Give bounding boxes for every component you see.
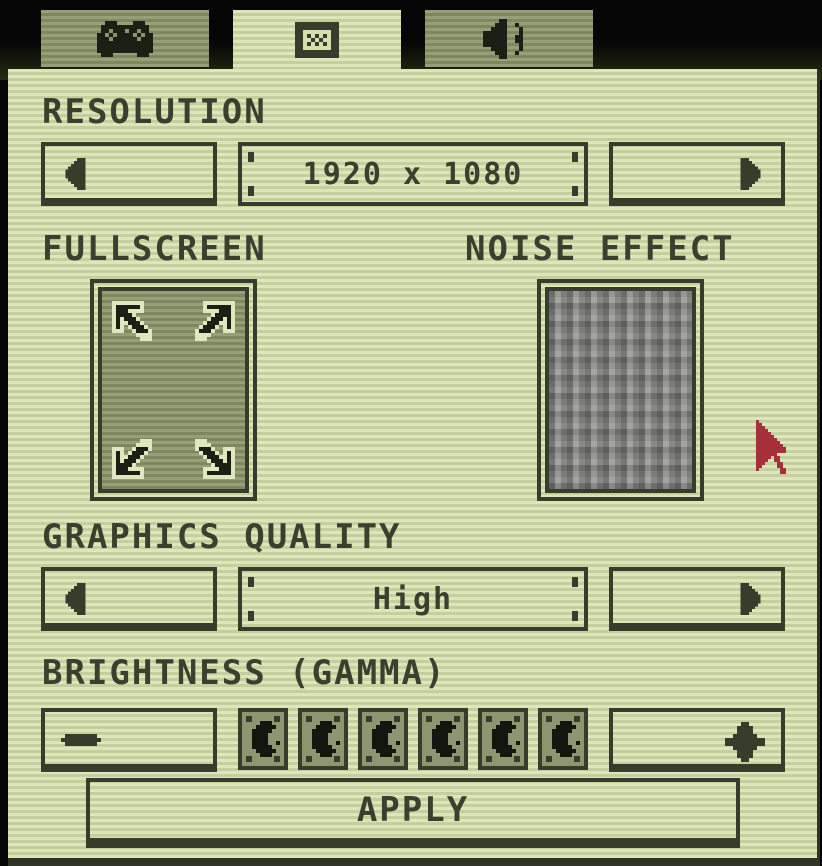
brightness-increase-button[interactable]	[609, 708, 785, 772]
tab-audio[interactable]	[425, 10, 593, 67]
arrow-left-icon	[65, 583, 86, 615]
corner-mark	[572, 152, 578, 162]
fullscreen-toggle-face	[98, 287, 249, 493]
noise-preview	[545, 287, 696, 493]
display-icon	[295, 22, 339, 58]
graphics-quality-label: GRAPHICS QUALITY	[42, 517, 402, 557]
noise-effect-toggle[interactable]	[537, 279, 704, 501]
brightness-segment[interactable]	[238, 708, 288, 770]
arrow-left-icon	[65, 158, 86, 190]
arrow-up-right-icon	[195, 301, 235, 341]
corner-mark	[248, 186, 254, 196]
moon-icon	[552, 721, 580, 757]
corner-mark	[572, 186, 578, 196]
arrow-right-icon	[740, 583, 761, 615]
fullscreen-toggle[interactable]	[90, 279, 257, 501]
corner-mark	[572, 577, 578, 587]
arrow-down-right-icon	[195, 439, 235, 479]
corner-mark	[248, 152, 254, 162]
graphics-quality-next-button[interactable]	[609, 567, 785, 631]
mouse-cursor-icon	[756, 420, 786, 474]
moon-icon	[252, 721, 280, 757]
arrow-right-icon	[740, 158, 761, 190]
corner-mark	[248, 611, 254, 621]
brightness-segment[interactable]	[358, 708, 408, 770]
brightness-segment[interactable]	[478, 708, 528, 770]
arrow-up-left-icon	[112, 301, 152, 341]
tab-controls[interactable]	[41, 10, 209, 67]
graphics-quality-prev-button[interactable]	[41, 567, 217, 631]
corner-mark	[572, 611, 578, 621]
brightness-label: BRIGHTNESS (GAMMA)	[42, 653, 447, 693]
graphics-quality-value: High	[238, 567, 588, 631]
resolution-label: RESOLUTION	[42, 92, 267, 132]
tab-display[interactable]	[233, 10, 401, 70]
plus-icon	[725, 722, 765, 762]
apply-button-label: APPLY	[356, 790, 470, 830]
brightness-segment[interactable]	[538, 708, 588, 770]
moon-icon	[372, 721, 400, 757]
graphics-quality-value-text: High	[372, 581, 454, 617]
resolution-value-text: 1920 x 1080	[302, 156, 524, 192]
moon-icon	[432, 721, 460, 757]
noise-effect-label: NOISE EFFECT	[465, 229, 735, 269]
brightness-segment[interactable]	[298, 708, 348, 770]
apply-button[interactable]: APPLY	[86, 778, 740, 848]
minus-icon	[61, 734, 101, 746]
gamepad-icon	[97, 20, 153, 57]
speaker-icon	[483, 18, 523, 59]
resolution-next-button[interactable]	[609, 142, 785, 206]
arrow-down-left-icon	[112, 439, 152, 479]
panel-bottom-border	[8, 858, 820, 866]
moon-icon	[312, 721, 340, 757]
brightness-segment[interactable]	[418, 708, 468, 770]
resolution-prev-button[interactable]	[41, 142, 217, 206]
moon-icon	[492, 721, 520, 757]
brightness-decrease-button[interactable]	[41, 708, 217, 772]
corner-mark	[248, 577, 254, 587]
fullscreen-label: FULLSCREEN	[42, 229, 267, 269]
resolution-value: 1920 x 1080	[238, 142, 588, 206]
